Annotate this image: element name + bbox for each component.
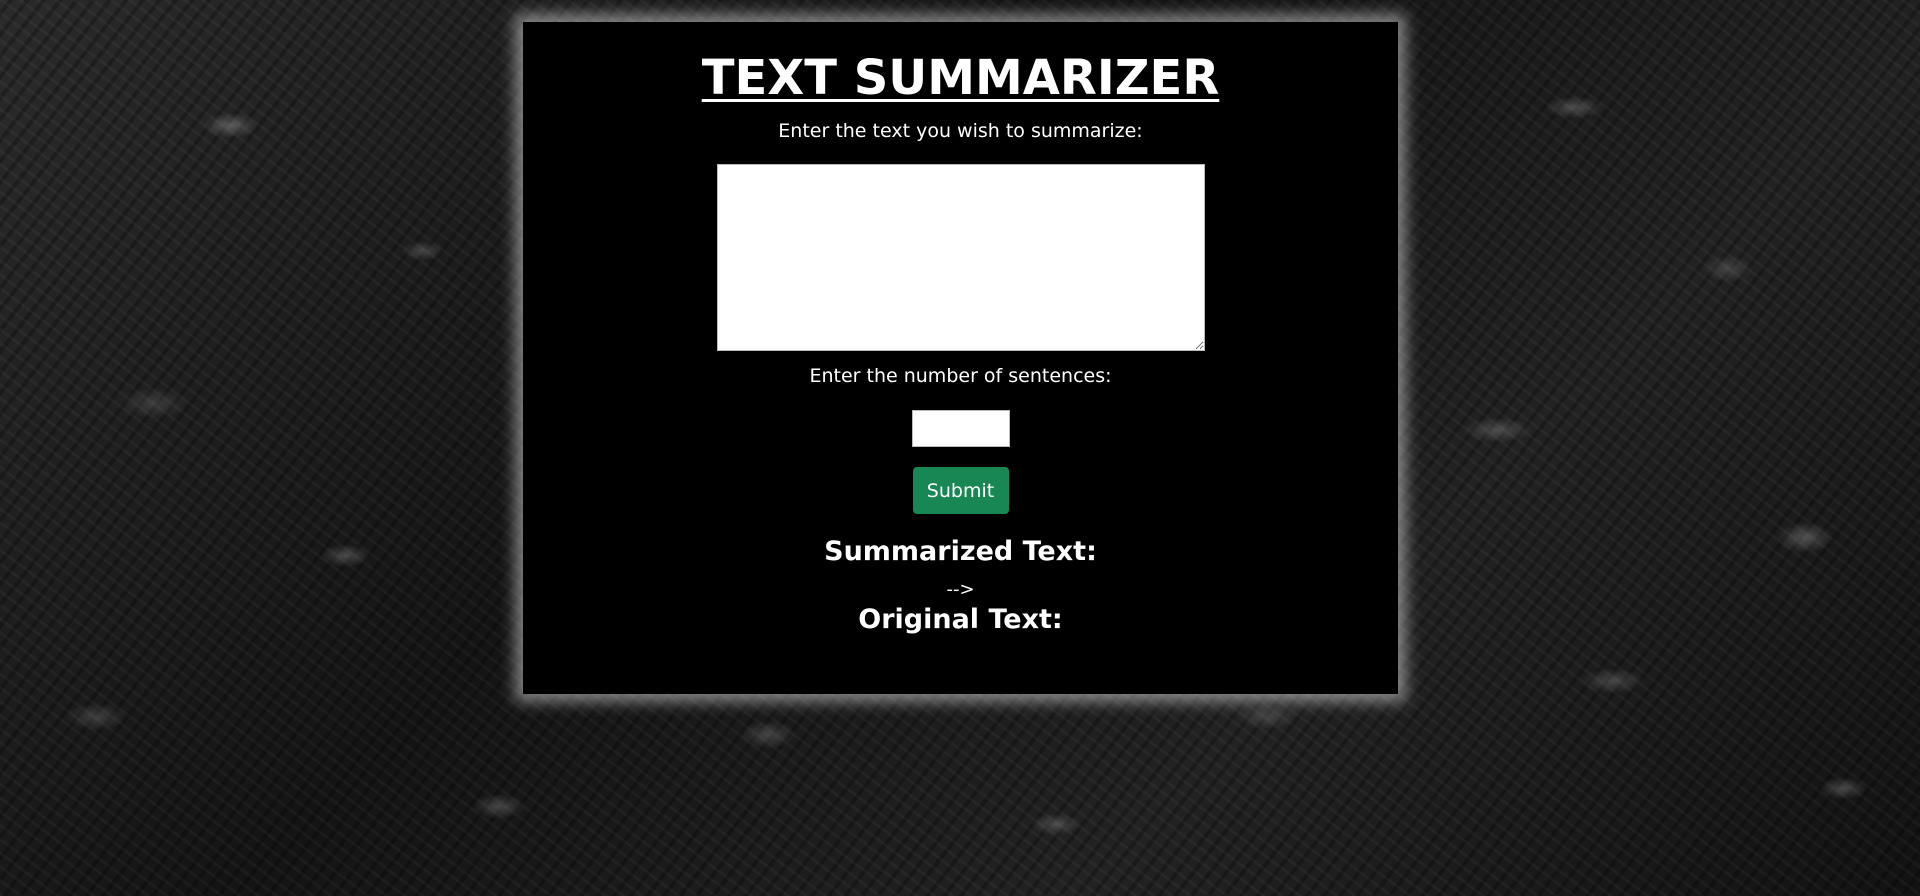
- summarizer-panel: TEXT SUMMARIZER Enter the text you wish …: [523, 22, 1398, 694]
- submit-button[interactable]: Submit: [912, 467, 1009, 515]
- text-input-label: Enter the text you wish to summarize:: [778, 119, 1143, 142]
- original-text-heading: Original Text:: [858, 604, 1063, 636]
- text-to-summarize-textarea[interactable]: [716, 164, 1205, 352]
- sentence-count-input[interactable]: [911, 410, 1010, 448]
- page-title: TEXT SUMMARIZER: [701, 50, 1220, 106]
- summarized-text-heading: Summarized Text:: [824, 536, 1097, 568]
- sentences-input-label: Enter the number of sentences:: [809, 365, 1112, 388]
- stray-arrow-text: -->: [946, 578, 975, 600]
